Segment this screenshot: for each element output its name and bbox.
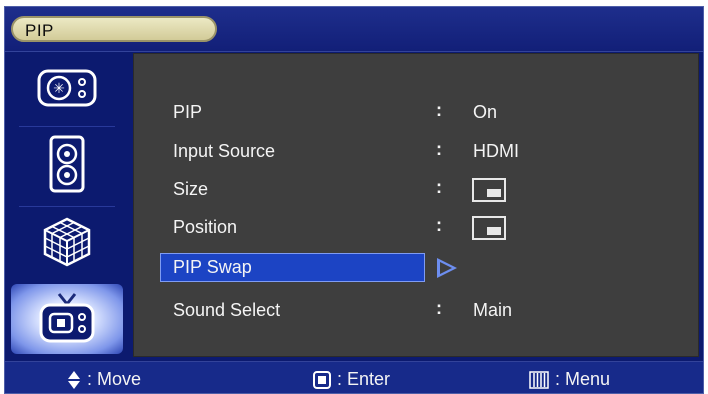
separator-colon: : (436, 139, 442, 159)
svg-text:✳: ✳ (53, 81, 65, 97)
up-down-arrows-icon (68, 370, 80, 389)
menu-row-pip-swap[interactable]: PIP Swap (134, 253, 698, 283)
menu-row-label: PIP Swap (173, 257, 252, 277)
separator-colon: : (436, 215, 442, 235)
menu-hint: : Menu (529, 369, 610, 390)
menu-row-label: Sound Select (173, 300, 281, 320)
enter-hint-label: : Enter (337, 369, 391, 389)
enter-button-icon (313, 370, 331, 389)
sidebar-item-sound[interactable] (11, 132, 123, 196)
pip-osd-window: PIP ✳ PIP: On Input Source: HDMI Size … (4, 6, 704, 394)
move-hint-label: : Move (87, 369, 142, 389)
enter-hint: : Enter (313, 369, 390, 390)
pip-size-icon (472, 178, 506, 202)
menu-row-label: Size (173, 179, 209, 199)
sidebar-item-tv-setup[interactable] (11, 284, 123, 354)
menu-title-tab: PIP (11, 16, 217, 42)
picture-settings-icon: ✳ (37, 69, 97, 107)
separator-colon: : (436, 298, 442, 318)
menu-row-sound-select[interactable]: Sound Select : Main (134, 296, 698, 326)
menu-row-value: On (473, 102, 498, 122)
cube-icon (43, 217, 91, 267)
menu-row-pip[interactable]: PIP : On (134, 98, 698, 128)
menu-row-value: HDMI (473, 141, 519, 161)
menu-row-label: Position (173, 217, 238, 237)
title-bar: PIP (5, 7, 703, 52)
menu-row-size[interactable]: Size : (134, 175, 698, 205)
tv-setup-icon (39, 293, 95, 343)
menu-row-position[interactable]: Position : (134, 213, 698, 243)
separator-colon: : (436, 100, 442, 120)
menu-hint-label: : Menu (555, 369, 611, 389)
arrow-right-icon (437, 258, 457, 278)
menu-row-value: Main (473, 300, 513, 320)
menu-button-icon (529, 370, 549, 389)
pip-settings-panel: PIP : On Input Source : HDMI Size : Posi… (133, 53, 699, 357)
separator-colon: : (436, 177, 442, 197)
move-hint: : Move (67, 369, 141, 390)
category-sidebar: ✳ (5, 52, 129, 359)
sidebar-item-setup[interactable] (11, 210, 123, 274)
menu-row-label: Input Source (173, 141, 276, 161)
pip-position-icon (472, 216, 506, 240)
sidebar-item-picture[interactable]: ✳ (11, 56, 123, 120)
speaker-icon (49, 135, 85, 193)
menu-row-label: PIP (173, 102, 203, 122)
menu-row-input-source[interactable]: Input Source : HDMI (134, 137, 698, 167)
menu-title: PIP (25, 21, 54, 40)
key-guide-footer: : Move : Enter : Menu (5, 361, 703, 393)
